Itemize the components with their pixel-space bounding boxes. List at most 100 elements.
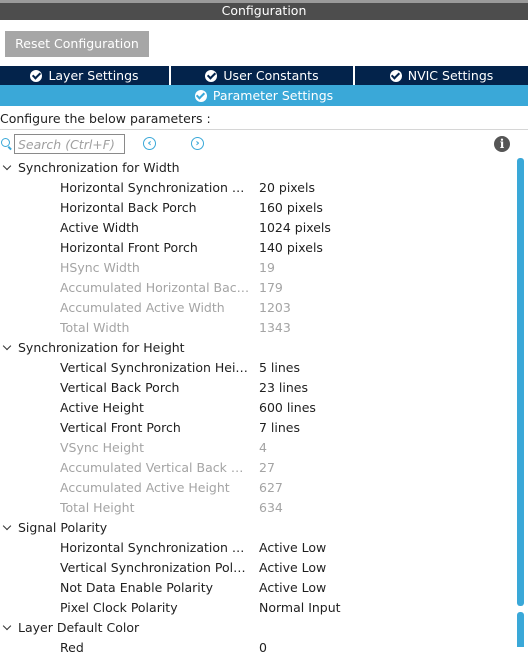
param-value[interactable]: 160 pixels — [259, 198, 323, 218]
param-row: Accumulated Active Height 627 — [0, 478, 514, 498]
search-icon[interactable] — [1, 138, 10, 147]
group-layer-default-color[interactable]: Layer Default Color — [0, 618, 514, 638]
param-name: Accumulated Active Height — [60, 480, 230, 495]
group-label: Synchronization for Width — [18, 160, 180, 175]
param-value: 634 — [259, 500, 283, 515]
param-value[interactable]: Active Low — [259, 578, 326, 598]
param-value[interactable]: 5 lines — [259, 358, 300, 378]
param-value[interactable]: Normal Input — [259, 598, 341, 618]
check-circle-icon — [194, 89, 207, 102]
check-circle-icon — [205, 69, 218, 82]
param-row[interactable]: Horizontal Synchronization Pol... Active … — [0, 538, 514, 558]
tab-label: NVIC Settings — [407, 68, 494, 83]
param-row[interactable]: Active Height 600 lines — [0, 398, 514, 418]
group-synchronization-height[interactable]: Synchronization for Height — [0, 338, 514, 358]
tab-layer-settings[interactable]: Layer Settings — [0, 66, 171, 85]
param-name: HSync Width — [60, 260, 140, 275]
param-name: Horizontal Synchronization Width — [60, 180, 250, 195]
param-row[interactable]: Vertical Synchronization Polarity Active … — [0, 558, 514, 578]
check-circle-icon — [30, 69, 43, 82]
param-row: Accumulated Vertical Back Por... 27 — [0, 458, 514, 478]
check-circle-icon — [389, 69, 402, 82]
param-name: Accumulated Vertical Back Por... — [60, 460, 250, 475]
vertical-scrollbar[interactable] — [517, 158, 524, 606]
param-value[interactable]: 140 pixels — [259, 238, 323, 258]
param-name: Accumulated Active Width — [60, 300, 225, 315]
param-name: Horizontal Back Porch — [60, 200, 197, 215]
param-name: Vertical Synchronization Polarity — [60, 560, 250, 575]
tab-bar: Layer Settings User Constants NVIC Setti… — [0, 66, 528, 85]
param-row: HSync Width 19 — [0, 258, 514, 278]
tab-nvic-settings[interactable]: NVIC Settings — [355, 66, 528, 85]
group-label: Signal Polarity — [18, 520, 108, 535]
param-row: Accumulated Active Width 1203 — [0, 298, 514, 318]
parameter-tree: Synchronization for Width Horizontal Syn… — [0, 158, 514, 658]
param-name: Vertical Synchronization Height — [60, 360, 250, 375]
tab-user-constants[interactable]: User Constants — [171, 66, 355, 85]
param-name: Not Data Enable Polarity — [60, 580, 214, 595]
param-name: Active Width — [60, 220, 139, 235]
param-row[interactable]: Not Data Enable Polarity Active Low — [0, 578, 514, 598]
param-row: Total Height 634 — [0, 498, 514, 518]
param-value: 179 — [259, 280, 283, 295]
param-value[interactable]: 20 pixels — [259, 178, 315, 198]
param-name: Total Height — [60, 500, 135, 515]
param-value[interactable]: 1024 pixels — [259, 218, 331, 238]
param-value[interactable]: 23 lines — [259, 378, 308, 398]
param-row[interactable]: Vertical Back Porch 23 lines — [0, 378, 514, 398]
param-row: Total Width 1343 — [0, 318, 514, 338]
param-row[interactable]: Active Width 1024 pixels — [0, 218, 514, 238]
chevron-down-icon[interactable] — [2, 521, 12, 531]
param-value[interactable]: 600 lines — [259, 398, 316, 418]
param-value[interactable]: 7 lines — [259, 418, 300, 438]
group-label: Synchronization for Height — [18, 340, 185, 355]
instructions-text: Configure the below parameters : — [0, 111, 211, 126]
param-name: Horizontal Front Porch — [60, 240, 198, 255]
param-row[interactable]: Horizontal Back Porch 160 pixels — [0, 198, 514, 218]
param-name: Vertical Back Porch — [60, 380, 180, 395]
next-match-icon[interactable]: › — [191, 137, 204, 150]
param-value: 1203 — [259, 300, 291, 315]
param-row[interactable]: Horizontal Synchronization Width 20 pixel… — [0, 178, 514, 198]
param-name: VSync Height — [60, 440, 144, 455]
param-row[interactable]: Vertical Synchronization Height 5 lines — [0, 358, 514, 378]
group-signal-polarity[interactable]: Signal Polarity — [0, 518, 514, 538]
param-value: 19 — [259, 260, 275, 275]
search-input[interactable] — [14, 134, 125, 154]
reset-configuration-button[interactable]: Reset Configuration — [5, 31, 149, 57]
previous-match-icon[interactable]: ‹ — [143, 137, 156, 150]
param-value[interactable]: 0 — [259, 638, 267, 658]
param-value: 1343 — [259, 320, 291, 335]
param-row[interactable]: Vertical Front Porch 7 lines — [0, 418, 514, 438]
param-value: 4 — [259, 440, 267, 455]
window-title: Configuration — [0, 0, 528, 20]
tab-parameter-settings[interactable]: Parameter Settings — [0, 85, 528, 106]
param-row: Accumulated Horizontal Back ... 179 — [0, 278, 514, 298]
chevron-down-icon[interactable] — [2, 621, 12, 631]
tab-label: Layer Settings — [48, 68, 139, 83]
param-value: 627 — [259, 480, 283, 495]
param-row[interactable]: Horizontal Front Porch 140 pixels — [0, 238, 514, 258]
tab-label: User Constants — [223, 68, 319, 83]
param-name: Pixel Clock Polarity — [60, 600, 178, 615]
scrollbar-lower-track[interactable] — [517, 612, 524, 647]
param-name: Active Height — [60, 400, 144, 415]
chevron-down-icon[interactable] — [2, 161, 12, 171]
param-name: Red — [60, 640, 84, 655]
divider — [0, 129, 528, 130]
param-name: Horizontal Synchronization Pol... — [60, 540, 250, 555]
param-value[interactable]: Active Low — [259, 558, 326, 578]
tab-label: Parameter Settings — [212, 88, 334, 103]
info-icon[interactable]: i — [494, 136, 510, 152]
param-row: VSync Height 4 — [0, 438, 514, 458]
param-name: Accumulated Horizontal Back ... — [60, 280, 250, 295]
group-label: Layer Default Color — [18, 620, 140, 635]
param-name: Total Width — [60, 320, 130, 335]
chevron-down-icon[interactable] — [2, 341, 12, 351]
param-value[interactable]: Active Low — [259, 538, 326, 558]
param-value: 27 — [259, 460, 275, 475]
param-row[interactable]: Red 0 — [0, 638, 514, 658]
param-name: Vertical Front Porch — [60, 420, 181, 435]
group-synchronization-width[interactable]: Synchronization for Width — [0, 158, 514, 178]
param-row[interactable]: Pixel Clock Polarity Normal Input — [0, 598, 514, 618]
